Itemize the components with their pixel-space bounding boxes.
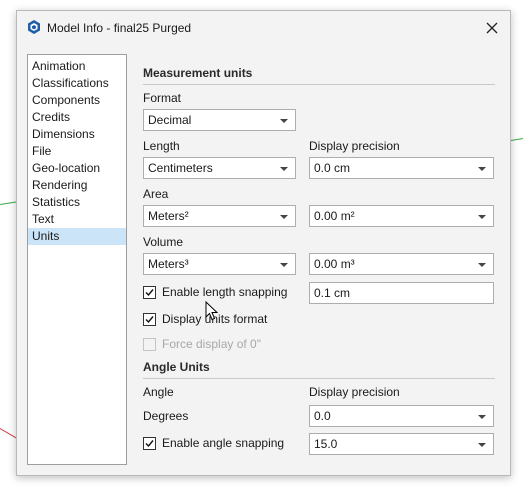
section-divider xyxy=(143,84,495,85)
chevron-down-icon xyxy=(478,215,486,219)
sketchup-app-icon xyxy=(28,20,40,34)
nav-item-dimensions[interactable]: Dimensions xyxy=(28,126,126,143)
nav-item-geo-location[interactable]: Geo-location xyxy=(28,160,126,177)
checkmark-icon xyxy=(145,316,154,324)
area-precision-value: 0.00 m² xyxy=(314,209,355,223)
nav-item-statistics[interactable]: Statistics xyxy=(28,194,126,211)
close-icon xyxy=(486,22,498,34)
area-select[interactable]: Meters² xyxy=(143,205,296,227)
angle-units-heading: Angle Units xyxy=(143,360,210,374)
angle-snapping-select[interactable]: 15.0 xyxy=(309,433,494,455)
model-info-dialog: Model Info - final25 Purged Animation Cl… xyxy=(16,10,511,476)
enable-length-snapping-checkbox[interactable] xyxy=(143,286,156,299)
nav-item-file[interactable]: File xyxy=(28,143,126,160)
chevron-down-icon xyxy=(478,415,486,419)
area-label: Area xyxy=(143,187,169,201)
format-select[interactable]: Decimal xyxy=(143,109,296,131)
volume-value: Meters³ xyxy=(148,257,189,271)
length-value: Centimeters xyxy=(148,161,213,175)
force-display-label: Force display of 0" xyxy=(162,337,261,351)
display-precision-label: Display precision xyxy=(309,139,400,153)
chevron-down-icon xyxy=(478,263,486,267)
volume-precision-select[interactable]: 0.00 m³ xyxy=(309,253,494,275)
area-precision-select[interactable]: 0.00 m² xyxy=(309,205,494,227)
chevron-down-icon xyxy=(478,443,486,447)
dialog-title: Model Info - final25 Purged xyxy=(47,21,192,35)
length-snapping-input[interactable]: 0.1 cm xyxy=(309,282,494,304)
format-label: Format xyxy=(143,91,182,105)
angle-precision-select[interactable]: 0.0 xyxy=(309,405,494,427)
volume-label: Volume xyxy=(143,235,184,249)
nav-item-classifications[interactable]: Classifications xyxy=(28,75,126,92)
area-value: Meters² xyxy=(148,209,189,223)
nav-item-rendering[interactable]: Rendering xyxy=(28,177,126,194)
nav-item-units[interactable]: Units xyxy=(28,228,126,245)
length-snapping-value: 0.1 cm xyxy=(314,286,351,300)
section-divider xyxy=(143,378,495,379)
nav-item-credits[interactable]: Credits xyxy=(28,109,126,126)
length-precision-select[interactable]: 0.0 cm xyxy=(309,157,494,179)
length-label: Length xyxy=(143,139,180,153)
angle-display-precision-label: Display precision xyxy=(309,385,400,399)
force-display-checkbox xyxy=(143,338,156,351)
chevron-down-icon xyxy=(478,167,486,171)
checkmark-icon xyxy=(145,289,154,297)
nav-item-animation[interactable]: Animation xyxy=(28,58,126,75)
close-button[interactable] xyxy=(476,13,508,43)
chevron-down-icon xyxy=(280,215,288,219)
green-axis-line-left xyxy=(0,201,17,205)
length-precision-value: 0.0 cm xyxy=(314,161,351,175)
volume-select[interactable]: Meters³ xyxy=(143,253,296,275)
display-units-format-checkbox[interactable] xyxy=(143,313,156,326)
enable-length-snapping-label[interactable]: Enable length snapping xyxy=(162,285,287,299)
nav-item-components[interactable]: Components xyxy=(28,92,126,109)
chevron-down-icon xyxy=(280,167,288,171)
format-value: Decimal xyxy=(148,113,192,127)
volume-precision-value: 0.00 m³ xyxy=(314,257,355,271)
enable-angle-snapping-checkbox[interactable] xyxy=(143,437,156,450)
angle-unit-value: Degrees xyxy=(143,409,189,423)
green-axis-line-right xyxy=(511,137,523,141)
mouse-pointer-icon xyxy=(205,301,219,321)
category-list: Animation Classifications Components Cre… xyxy=(27,54,127,465)
chevron-down-icon xyxy=(280,263,288,267)
nav-item-text[interactable]: Text xyxy=(28,211,126,228)
angle-precision-value: 0.0 xyxy=(314,409,331,423)
angle-label: Angle xyxy=(143,385,174,399)
enable-angle-snapping-label[interactable]: Enable angle snapping xyxy=(162,436,284,450)
angle-snapping-value: 15.0 xyxy=(314,437,338,451)
checkmark-icon xyxy=(145,440,154,448)
measurement-units-heading: Measurement units xyxy=(143,66,253,80)
title-bar: Model Info - final25 Purged xyxy=(17,11,510,45)
length-select[interactable]: Centimeters xyxy=(143,157,296,179)
chevron-down-icon xyxy=(280,119,288,123)
